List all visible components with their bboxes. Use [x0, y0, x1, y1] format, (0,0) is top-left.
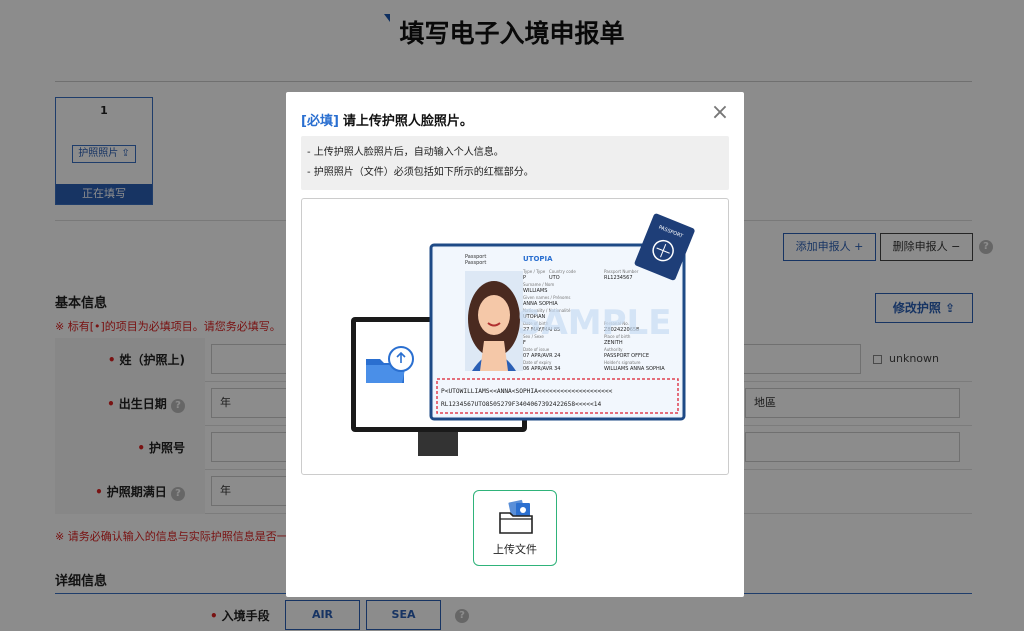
mrz-line-1: P<UTOWILLIAMS<<ANNA<SOPHIA<<<<<<<<<<<<<<…: [441, 388, 613, 395]
svg-text:Date of issue: Date of issue: [523, 347, 550, 352]
svg-text:Type / Type: Type / Type: [522, 269, 546, 274]
info-line: - 上传护照人脸照片后，自动输入个人信息。: [307, 147, 504, 158]
passport-type: P: [523, 275, 526, 281]
svg-text:Holder's signature: Holder's signature: [604, 360, 641, 365]
sample-watermark: SAMPLE: [517, 303, 671, 343]
passport-authority: PASSPORT OFFICE: [604, 353, 649, 359]
passport-country: UTOPIA: [523, 255, 553, 263]
passport-issue: 07 APR/AVR 24: [523, 353, 561, 359]
passport-illustration-svg: Passport Passport UTOPIA Type / Type Cou…: [351, 213, 695, 456]
svg-text:Given names / Prénoms: Given names / Prénoms: [523, 295, 571, 300]
folder-upload-icon: [499, 499, 533, 534]
passport-number: RL1234567: [604, 275, 633, 281]
svg-text:Country code: Country code: [549, 269, 576, 274]
passport-expiry: 06 APR/AVR 34: [523, 366, 561, 372]
info-line: - 护照照片（文件）必须包括如下所示的红框部分。: [307, 167, 534, 178]
svg-text:Passport Number: Passport Number: [604, 269, 639, 274]
passport-illustration: Passport Passport UTOPIA Type / Type Cou…: [301, 198, 729, 475]
mrz-line-2: RL1234567UTO8505279F3404067392422658<<<<…: [441, 401, 601, 408]
upload-file-button[interactable]: 上传文件: [473, 490, 557, 566]
info-box: - 上传护照人脸照片后，自动输入个人信息。 - 护照照片（文件）必须包括如下所示…: [301, 136, 729, 190]
upload-passport-modal: [必填] 请上传护照人脸照片。 × - 上传护照人脸照片后，自动输入个人信息。 -…: [286, 92, 744, 597]
svg-text:Authority: Authority: [604, 347, 623, 352]
modal-title: [必填] 请上传护照人脸照片。: [301, 114, 473, 129]
upload-file-label: 上传文件: [493, 543, 537, 556]
close-icon[interactable]: ×: [710, 102, 730, 124]
svg-text:Surname / Nom: Surname / Nom: [523, 282, 554, 287]
passport-surname: WILLIAMS: [523, 288, 547, 294]
laptop-stand: [418, 432, 458, 456]
passport-code: UTO: [549, 275, 560, 281]
svg-text:Date of expiry: Date of expiry: [523, 360, 552, 365]
passport-signature: WILLIAMS ANNA SOPHIA: [604, 366, 665, 372]
passport-word-2: Passport: [465, 260, 486, 266]
